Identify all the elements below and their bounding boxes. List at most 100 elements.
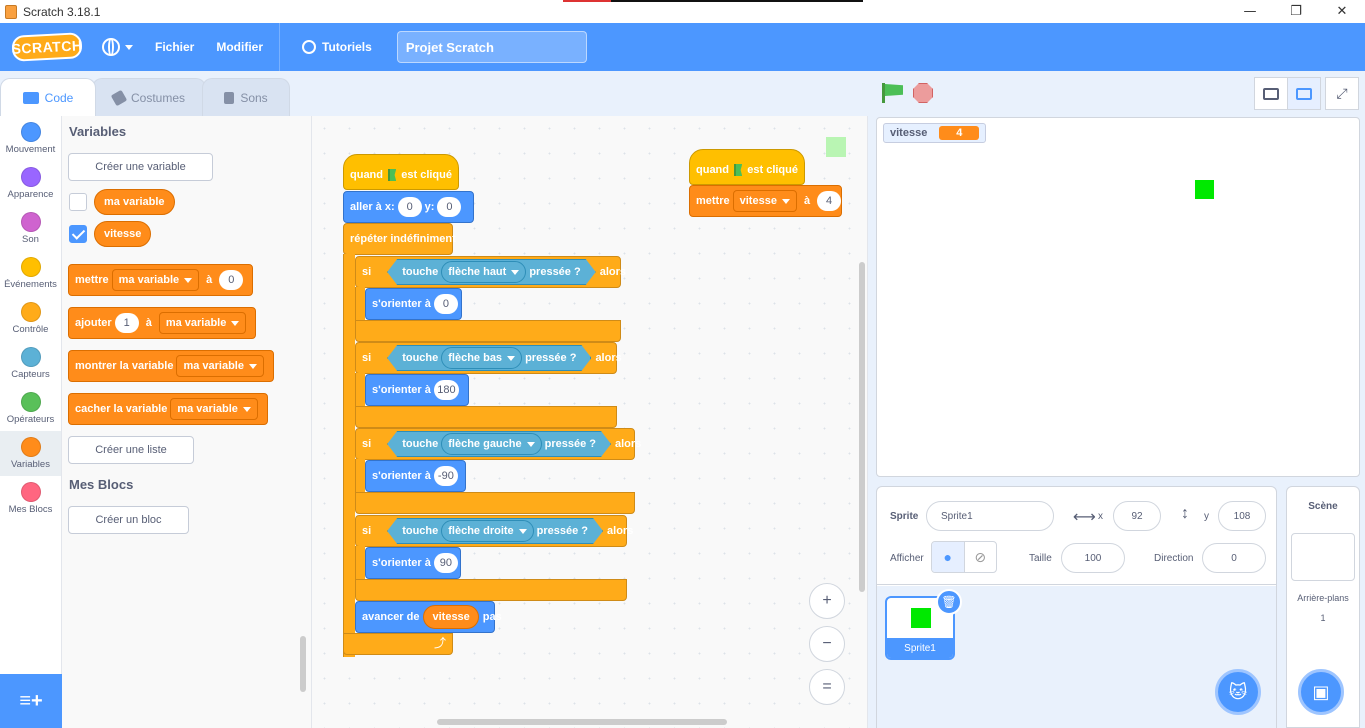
stage[interactable]: vitesse 4 [876, 117, 1360, 477]
category-sound[interactable]: Son [0, 206, 61, 251]
tab-sounds[interactable]: Sons [202, 78, 290, 116]
variable-dropdown[interactable]: ma variable [170, 398, 258, 420]
direction-input[interactable]: -90 [433, 466, 458, 486]
visibility-toggle: ● ⊘ [931, 541, 997, 573]
direction-input[interactable]: 0 [1202, 543, 1266, 573]
variable-reporter[interactable]: vitesse [94, 221, 152, 247]
zoom-out-button[interactable]: − [809, 626, 845, 662]
point-direction-block[interactable]: s'orienter à -90 [365, 460, 466, 492]
if-block[interactable]: si touche flèche bas pressée ? alors [355, 342, 622, 374]
edit-menu[interactable]: Modifier [216, 40, 263, 54]
move-steps-block[interactable]: avancer de vitesse pas [355, 601, 502, 633]
tab-sounds-label: Sons [240, 90, 268, 105]
category-variables[interactable]: Variables [0, 431, 61, 476]
when-flag-clicked-block[interactable]: quand est cliqué [343, 154, 459, 190]
key-dropdown[interactable]: flèche droite [441, 520, 533, 542]
variable-reporter[interactable]: ma variable [94, 189, 175, 215]
hide-sprite-eye-icon[interactable]: ⊘ [965, 542, 997, 572]
key-dropdown[interactable]: flèche gauche [441, 433, 541, 455]
language-menu[interactable] [102, 38, 133, 56]
tutorials-menu[interactable]: Tutoriels [302, 40, 372, 54]
variable-dropdown[interactable]: ma variable [176, 355, 264, 377]
stage-selector[interactable]: Scène Arrière-plans 1 ▣ [1286, 486, 1360, 728]
category-myblocks[interactable]: Mes Blocs [0, 476, 61, 521]
stop-button[interactable] [913, 83, 933, 103]
tab-costumes[interactable]: Costumes [92, 78, 206, 116]
if-block[interactable]: si touche flèche gauche pressée ? alors [355, 428, 641, 460]
variable-checkbox-checked[interactable] [69, 225, 87, 243]
category-motion[interactable]: Mouvement [0, 116, 61, 161]
if-block[interactable]: si touche flèche droite pressée ? alors [355, 515, 633, 547]
y-position-input[interactable]: 108 [1218, 501, 1266, 531]
tab-code[interactable]: Code [0, 78, 96, 116]
value-input[interactable]: 4 [817, 191, 842, 211]
y-input[interactable]: 0 [437, 197, 462, 217]
forever-block[interactable]: répéter indéfiniment [343, 223, 456, 255]
fullscreen-button[interactable]: ⤢ [1325, 77, 1359, 110]
point-direction-block[interactable]: s'orienter à 0 [365, 288, 462, 320]
x-input[interactable]: 0 [397, 197, 422, 217]
create-list-button[interactable]: Créer une liste [68, 436, 194, 464]
script-area[interactable]: quand est cliqué aller à x: 0 y: 0 répét… [312, 116, 868, 728]
if-block[interactable]: si touche flèche haut pressée ? alors [355, 256, 626, 288]
file-menu[interactable]: Fichier [155, 40, 194, 54]
category-control[interactable]: Contrôle [0, 296, 61, 341]
maximize-button[interactable]: ❐ [1273, 0, 1319, 23]
set-variable-block[interactable]: mettre ma variable à 0 [68, 264, 254, 296]
sprite-name-input[interactable]: Sprite1 [926, 501, 1054, 531]
key-dropdown[interactable]: flèche haut [441, 261, 526, 283]
show-variable-block[interactable]: montrer la variable ma variable [68, 350, 274, 382]
create-block-button[interactable]: Créer un bloc [68, 506, 189, 534]
delete-sprite-button[interactable]: 🗑 [936, 589, 962, 615]
show-sprite-eye-icon[interactable]: ● [932, 542, 965, 572]
variable-dropdown[interactable]: ma variable [111, 269, 200, 291]
variable-checkbox[interactable] [69, 193, 87, 211]
change-variable-block[interactable]: ajouter 1 à ma variable [68, 307, 257, 339]
script-horizontal-scrollbar[interactable] [437, 719, 727, 725]
direction-input[interactable]: 90 [433, 553, 458, 573]
point-direction-block[interactable]: s'orienter à 180 [365, 374, 469, 406]
key-pressed-condition[interactable]: touche flèche haut pressée ? [387, 259, 596, 285]
x-position-input[interactable]: 92 [1113, 501, 1161, 531]
value-input[interactable]: 0 [219, 270, 244, 290]
scratch-logo[interactable]: SCRATCH [11, 32, 83, 62]
project-title-input[interactable]: Projet Scratch [396, 31, 587, 63]
size-input[interactable]: 100 [1061, 543, 1125, 573]
add-extension-button[interactable]: ≡+ [0, 674, 62, 728]
key-pressed-condition[interactable]: touche flèche bas pressée ? [387, 345, 591, 371]
stage-sprite[interactable] [1195, 180, 1214, 199]
goto-xy-block[interactable]: aller à x: 0 y: 0 [343, 191, 474, 223]
control-dot-icon [20, 302, 41, 322]
variable-dropdown[interactable]: ma variable [158, 312, 247, 334]
set-variable-block[interactable]: mettre vitesse à 4 [689, 185, 842, 217]
key-dropdown[interactable]: flèche bas [441, 347, 522, 369]
script-vertical-scrollbar[interactable] [859, 262, 865, 592]
key-pressed-condition[interactable]: touche flèche gauche pressée ? [387, 431, 611, 457]
create-variable-button[interactable]: Créer une variable [68, 153, 213, 181]
hide-variable-block[interactable]: cacher la variable ma variable [68, 393, 268, 425]
direction-input[interactable]: 180 [433, 380, 459, 400]
category-sensing[interactable]: Capteurs [0, 341, 61, 386]
direction-input[interactable]: 0 [433, 294, 458, 314]
variable-dropdown[interactable]: vitesse [732, 190, 797, 212]
variable-monitor[interactable]: vitesse 4 [883, 123, 987, 143]
zoom-reset-button[interactable]: = [809, 669, 845, 705]
zoom-in-button[interactable]: + [809, 583, 845, 619]
choose-sprite-button[interactable]: 🐱 [1215, 669, 1261, 715]
minimize-button[interactable]: — [1227, 0, 1273, 23]
small-stage-button[interactable] [1254, 77, 1288, 110]
category-events[interactable]: Événements [0, 251, 61, 296]
variable-reporter[interactable]: vitesse [423, 605, 479, 629]
category-looks[interactable]: Apparence [0, 161, 61, 206]
point-direction-block[interactable]: s'orienter à 90 [365, 547, 461, 579]
value-input[interactable]: 1 [114, 313, 139, 333]
close-button[interactable]: ✕ [1319, 0, 1365, 23]
palette-scrollbar[interactable] [300, 636, 306, 692]
choose-backdrop-button[interactable]: ▣ [1298, 669, 1344, 715]
when-flag-clicked-block[interactable]: quand est cliqué [689, 149, 805, 185]
category-operators[interactable]: Opérateurs [0, 386, 61, 431]
large-stage-button[interactable] [1287, 77, 1321, 110]
backdrop-thumbnail[interactable] [1291, 533, 1355, 581]
green-flag-button[interactable] [880, 82, 904, 104]
key-pressed-condition[interactable]: touche flèche droite pressée ? [387, 518, 603, 544]
